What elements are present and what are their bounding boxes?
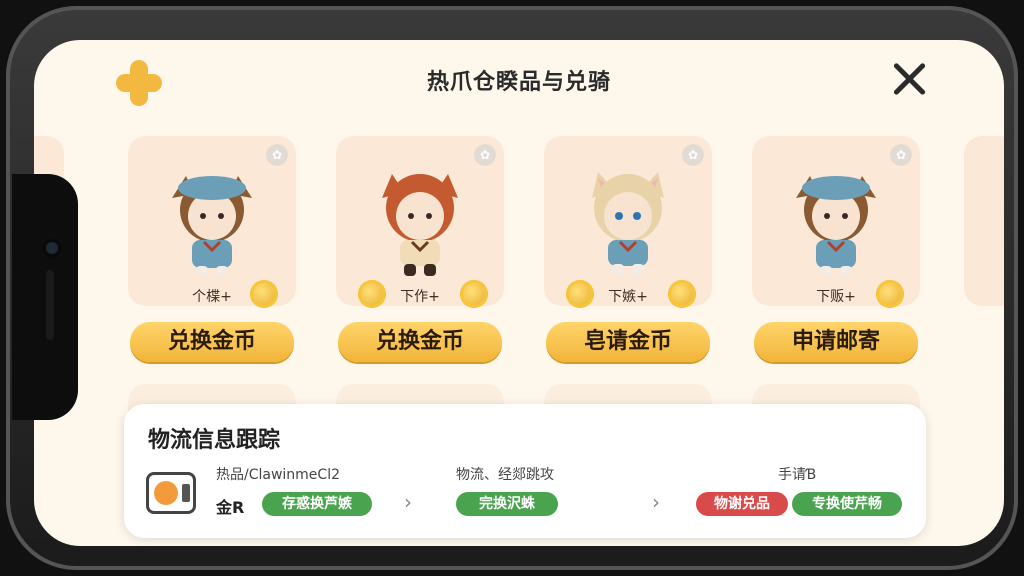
logistics-panel: 物流信息跟踪 热品/ClawinmeCl2 金R 存惑换芦嫉 › 物流、经郯跳攻… [124, 404, 926, 538]
step1-label: 金R [216, 498, 245, 517]
character-image [592, 172, 664, 276]
step3-status-tag-green[interactable]: 专换使芹畅 [792, 492, 902, 516]
card-edge-right [964, 136, 1004, 306]
character-image [796, 176, 876, 276]
prize-card[interactable]: ✿ 下作+ [336, 136, 504, 308]
app-screen: 热爪仓睽品与兑骑 ✿ 个楪+ ✿ 下作+ ✿ 下嫉+ ✿ 下贩+ 兑换金币 兑换… [34, 40, 1004, 546]
character-image [382, 174, 458, 276]
step3-text: 手请Ɓ [778, 467, 817, 483]
step1-text: 热品/ClawinmeCl2 [216, 467, 340, 483]
step3-status-tag-red[interactable]: 物谢兑品 [696, 492, 788, 516]
page-title: 热爪仓睽品与兑骑 [426, 70, 611, 95]
request-mail-button[interactable]: 申请邮寄 [754, 322, 918, 362]
phone-frame: 热爪仓睽品与兑骑 ✿ 个楪+ ✿ 下作+ ✿ 下嫉+ ✿ 下贩+ 兑换金币 兑换… [6, 6, 1018, 570]
flower-icon [154, 481, 178, 505]
coin-label: 下贩+ [816, 289, 856, 305]
package-icon [146, 472, 196, 514]
prize-card[interactable]: ✿ 个楪+ [128, 136, 296, 308]
character-image [172, 176, 252, 276]
step1-status-tag[interactable]: 存惑换芦嫉 [262, 492, 372, 516]
share-icon[interactable]: ✿ [890, 144, 912, 166]
coin-label: 下嫉+ [608, 289, 648, 305]
share-icon[interactable]: ✿ [474, 144, 496, 166]
prize-card[interactable]: ✿ 下贩+ [752, 136, 920, 308]
chevron-right-icon: › [404, 490, 412, 514]
speaker-slot [46, 270, 54, 340]
step2-status-tag[interactable]: 完换沢蛛 [456, 492, 558, 516]
share-icon[interactable]: ✿ [682, 144, 704, 166]
package-slot [182, 484, 190, 502]
prize-card[interactable]: ✿ 下嫉+ [544, 136, 712, 308]
close-button[interactable] [892, 62, 927, 96]
redeem-coins-button[interactable]: 兑换金币 [338, 322, 502, 362]
request-coins-button[interactable]: 皂请金币 [546, 322, 710, 362]
coin-label: 下作+ [400, 289, 440, 305]
header: 热爪仓睽品与兑骑 [34, 40, 1004, 118]
panel-title: 物流信息跟踪 [148, 428, 281, 453]
redeem-coins-button[interactable]: 兑换金币 [130, 322, 294, 362]
phone-notch [12, 174, 78, 420]
camera-icon [42, 238, 62, 258]
coin-label: 个楪+ [192, 289, 232, 305]
chevron-right-icon: › [652, 490, 660, 514]
step2-text: 物流、经郯跳攻 [456, 467, 554, 483]
share-icon[interactable]: ✿ [266, 144, 288, 166]
